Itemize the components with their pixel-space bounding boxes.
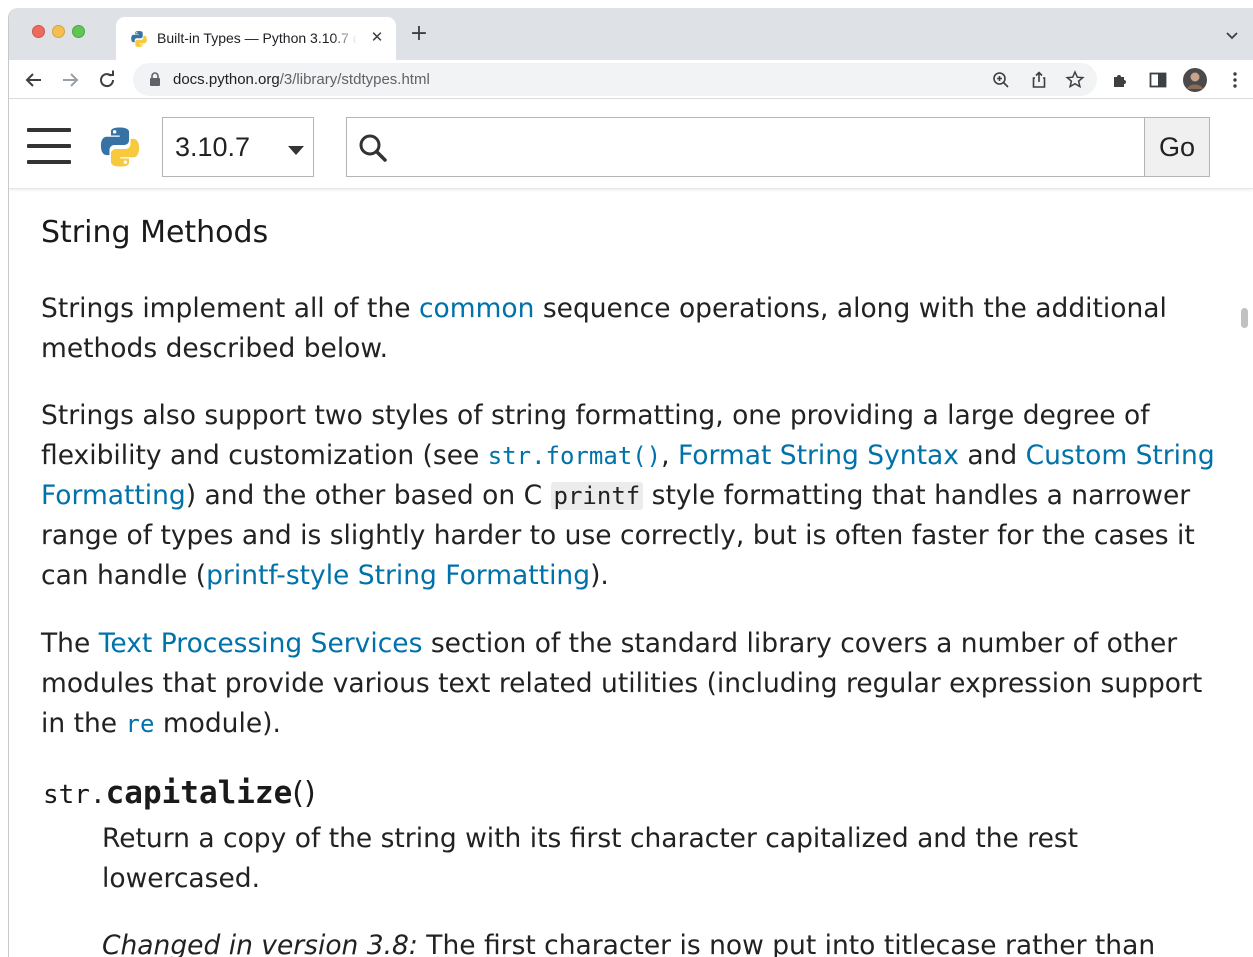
- method-description: Return a copy of the string with its fir…: [102, 823, 1079, 894]
- code-printf: printf: [550, 482, 644, 510]
- bookmark-star-icon[interactable]: [1065, 70, 1085, 90]
- tab-title: Built-in Types — Python 3.10.7 documenta…: [157, 30, 357, 46]
- url-path: /3/library/stdtypes.html: [279, 71, 430, 88]
- go-button[interactable]: Go: [1144, 118, 1209, 176]
- link-printf-style-formatting[interactable]: printf-style String Formatting: [206, 560, 590, 591]
- link-str-format[interactable]: str.format(): [488, 440, 661, 471]
- paragraph-formatting: Strings also support two styles of strin…: [41, 400, 1215, 591]
- search-form: Go: [346, 117, 1210, 177]
- lock-icon[interactable]: [149, 72, 161, 87]
- menu-hamburger-icon[interactable]: [27, 128, 71, 164]
- back-arrow-icon[interactable]: [23, 69, 45, 91]
- version-changed-note: Changed in version 3.8: The first charac…: [102, 930, 1156, 957]
- share-icon[interactable]: [1029, 70, 1049, 90]
- extensions-puzzle-icon[interactable]: [1110, 69, 1132, 91]
- python-logo-icon[interactable]: [98, 125, 142, 169]
- maximize-window-button[interactable]: [72, 25, 85, 38]
- profile-avatar[interactable]: [1182, 67, 1208, 93]
- close-window-button[interactable]: [32, 25, 45, 38]
- forward-arrow-icon[interactable]: [59, 69, 81, 91]
- tab-active[interactable]: Built-in Types — Python 3.10.7 documenta…: [116, 17, 396, 60]
- new-tab-button[interactable]: +: [407, 22, 431, 46]
- python-favicon-icon: [131, 31, 147, 47]
- browser-window: Built-in Types — Python 3.10.7 documenta…: [8, 8, 1253, 957]
- link-text-processing-services[interactable]: Text Processing Services: [99, 628, 423, 659]
- section-heading: String Methods: [41, 215, 269, 250]
- paragraph-intro: Strings implement all of the common sequ…: [41, 293, 1167, 364]
- address-bar[interactable]: docs.python.org/3/library/stdtypes.html: [133, 63, 1097, 96]
- reload-icon[interactable]: [96, 69, 118, 91]
- tab-close-icon[interactable]: ✕: [366, 26, 388, 48]
- more-menu-icon[interactable]: [1224, 69, 1246, 91]
- minimize-window-button[interactable]: [52, 25, 65, 38]
- paragraph-text-processing: The Text Processing Services section of …: [41, 628, 1203, 739]
- version-select[interactable]: 3.10.7: [162, 117, 314, 177]
- method-signature: str.capitalize(): [43, 775, 316, 811]
- caret-down-icon: [288, 146, 304, 155]
- version-selected-value: 3.10.7: [175, 132, 251, 162]
- link-re-module[interactable]: re: [126, 708, 155, 739]
- link-format-string-syntax[interactable]: Format String Syntax: [678, 440, 959, 471]
- url-text[interactable]: docs.python.org/3/library/stdtypes.html: [173, 71, 430, 88]
- docs-mobile-header: 3.10.7 Go: [9, 100, 1253, 189]
- scrollbar-thumb[interactable]: [1241, 308, 1248, 328]
- tab-search-chevron-down-icon[interactable]: [1223, 26, 1241, 44]
- url-host: docs.python.org: [173, 71, 280, 88]
- link-common[interactable]: common: [419, 293, 534, 324]
- search-input[interactable]: [397, 126, 1137, 168]
- side-panel-icon[interactable]: [1147, 69, 1169, 91]
- browser-toolbar: docs.python.org/3/library/stdtypes.html: [9, 60, 1253, 99]
- search-icon: [359, 134, 387, 162]
- zoom-icon[interactable]: [991, 70, 1011, 90]
- tab-strip: Built-in Types — Python 3.10.7 documenta…: [9, 8, 1253, 60]
